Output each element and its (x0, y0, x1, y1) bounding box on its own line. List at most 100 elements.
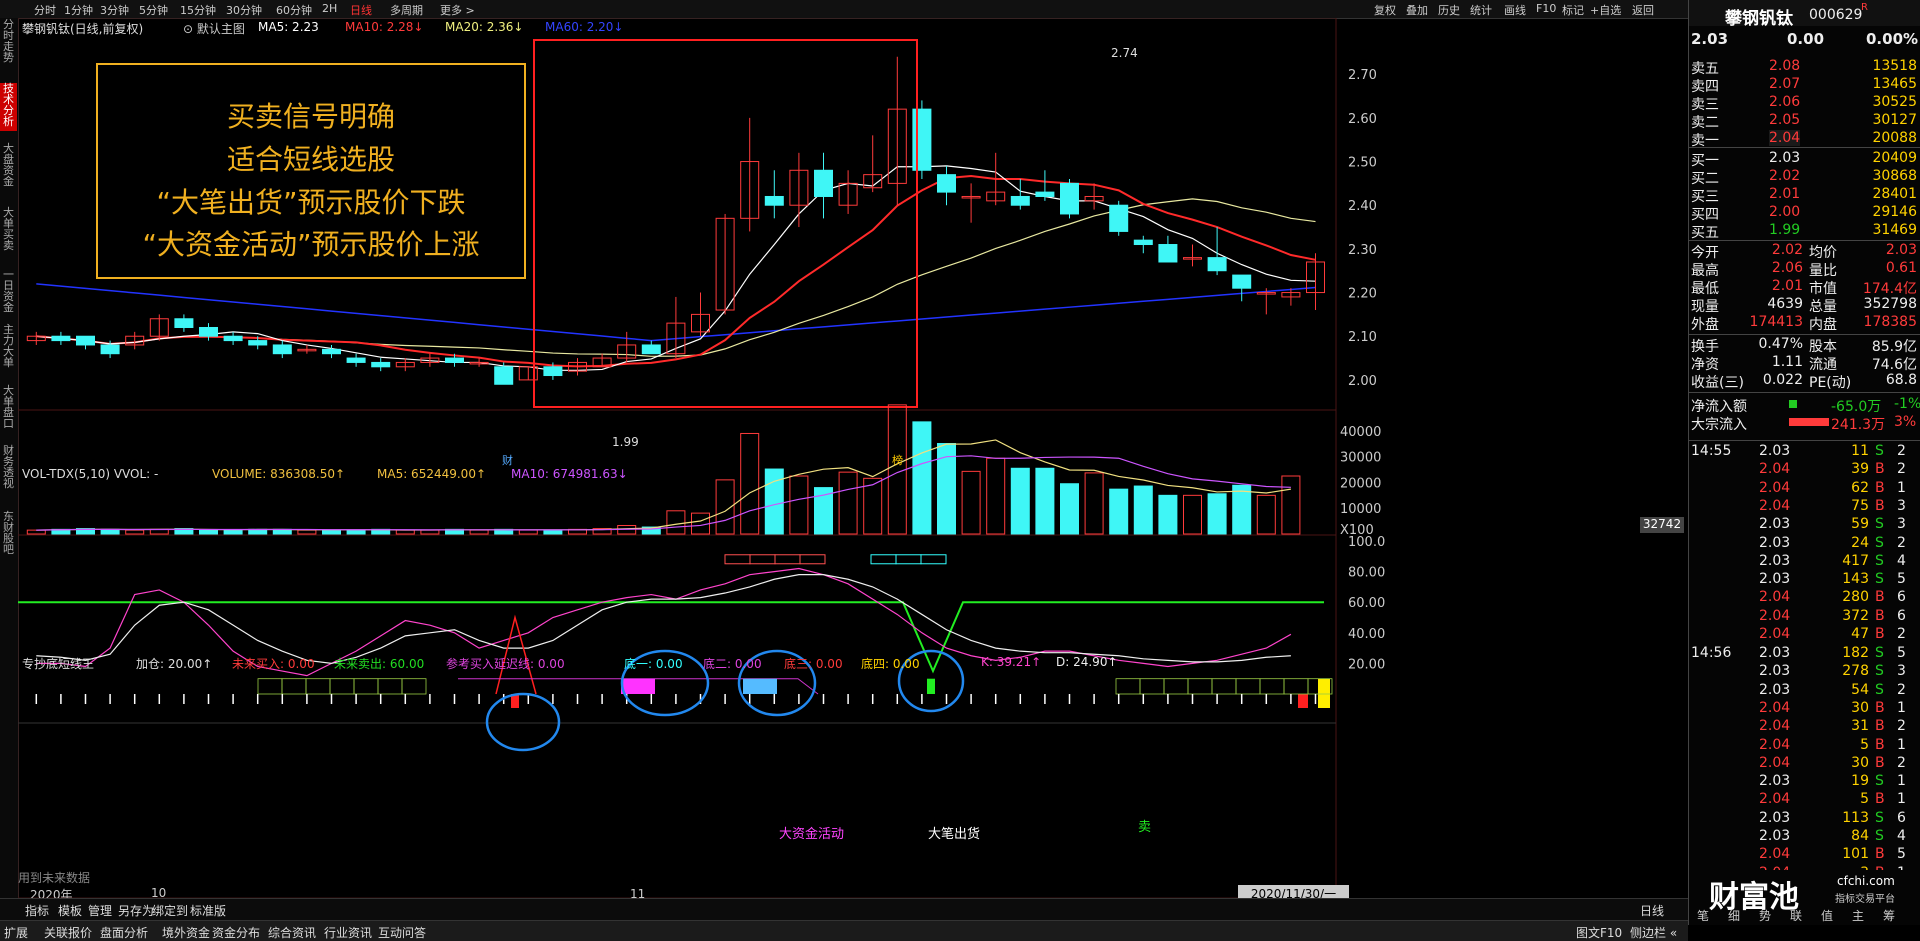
price-tick-6: 2.10 (1348, 330, 1377, 345)
rp-tab-4[interactable]: 值 (1821, 907, 1833, 924)
top-box-0 (749, 554, 776, 565)
price-tick-1: 2.60 (1348, 112, 1377, 127)
left-tab-8[interactable]: 东财股吧 (0, 511, 17, 559)
period-tab-10[interactable]: 更多 > (440, 2, 475, 18)
period-tab-5[interactable]: 30分钟 (226, 2, 262, 18)
period-tab-1[interactable]: 1分钟 (64, 2, 93, 18)
bottom-tab2-1[interactable]: 关联报价 (44, 924, 92, 941)
left-tab-7[interactable]: 财务透视 (0, 445, 17, 493)
tick2-7: 2.03 19 S 1 (1689, 773, 1920, 791)
bottom-tab2-0[interactable]: 扩展 (4, 924, 28, 941)
toolbar-btn-4[interactable]: 画线 (1504, 2, 1526, 18)
stat-label: 最高 (1691, 263, 1719, 279)
period-tab-3[interactable]: 5分钟 (139, 2, 168, 18)
bottom-tab2-4[interactable]: 资金分布 (212, 924, 260, 941)
tick-count: 3 (1897, 497, 1906, 514)
book-sep-3 (1689, 334, 1920, 335)
tick-vol: 30 (1851, 699, 1869, 716)
bottom-tab2-7[interactable]: 互动问答 (378, 924, 426, 941)
logo-site: cfchi.com (1837, 874, 1895, 888)
bottom-tab1-2[interactable]: 管理 (88, 902, 112, 919)
bottom-tab1-3[interactable]: 另存为 (118, 902, 154, 919)
volume-bar (125, 529, 145, 535)
toolbar-btn-0[interactable]: 复权 (1374, 2, 1396, 18)
flow-value: 241.3万 (1831, 417, 1886, 433)
period-tab-9[interactable]: 多周期 (390, 2, 423, 18)
left-tab-2[interactable]: 大盘资金 (0, 143, 17, 191)
period-tab-8[interactable]: 日线 (350, 2, 372, 18)
stat-row-1: 最高 2.06 量比 0.61 (1689, 260, 1920, 279)
bottom-tab1-4[interactable]: 绑定到 (152, 902, 188, 919)
top-box-0 (724, 554, 751, 565)
left-tab-5[interactable]: 主力大单 (0, 324, 17, 372)
left-tab-3[interactable]: 大单买卖 (0, 207, 17, 255)
toolbar-btn-5[interactable]: F10 (1536, 2, 1556, 15)
low-price-label: 1.99 (612, 435, 639, 449)
ind-tick-1: 80.00 (1348, 566, 1385, 581)
period-tab-4[interactable]: 15分钟 (180, 2, 216, 18)
tick-count: 5 (1897, 846, 1906, 863)
big-sell-block (743, 678, 777, 694)
period-tab-6[interactable]: 60分钟 (276, 2, 312, 18)
rp-tab-6[interactable]: 筹 (1883, 907, 1895, 924)
bottom-tab1-0[interactable]: 指标 (25, 902, 49, 919)
volume-bar (543, 529, 563, 535)
toolbar-btn-8[interactable]: 返回 (1632, 2, 1654, 18)
tick-vol: 54 (1851, 681, 1869, 698)
vol-current-tag: 32742 (1640, 517, 1684, 533)
period-tab-2[interactable]: 3分钟 (100, 2, 129, 18)
left-tab-1[interactable]: 技术分析 (0, 83, 17, 131)
tick-price: 2.04 (1759, 718, 1791, 735)
stat2-label: 换手 (1691, 339, 1719, 355)
tick-side: S (1875, 534, 1884, 551)
tick-time: 14:56 (1691, 645, 1732, 661)
hatch-box-0 (401, 678, 427, 695)
left-tab-0[interactable]: 分时走势 (0, 19, 17, 67)
big-sell-label: 大笔出货 (928, 827, 981, 842)
ind-jiacang: 加仓: 20.00↑ (136, 657, 213, 671)
template-selector[interactable]: ⊙ 默认主图 (183, 20, 245, 37)
tick-count: 2 (1897, 534, 1906, 551)
tick-count: 1 (1897, 699, 1906, 716)
toolbar-btn-7[interactable]: +自选 (1590, 2, 1621, 18)
ind-di3: 底三: 0.00 (784, 657, 843, 671)
bottom-tab1-1[interactable]: 模板 (58, 902, 82, 919)
bottom-tab1-5[interactable]: 标准版 (190, 902, 226, 919)
left-tab-4[interactable]: 一日资金 (0, 269, 17, 317)
toolbar-btn-1[interactable]: 叠加 (1406, 2, 1428, 18)
tick-count: 1 (1897, 736, 1906, 753)
tick-side: S (1875, 809, 1884, 826)
bid-label: 买三 (1691, 189, 1719, 205)
volume-bar (863, 477, 883, 535)
tick-price: 2.03 (1759, 552, 1791, 569)
stat2-row-2: 收益(三) 0.022 PE(动) 68.8 (1689, 372, 1920, 391)
tick1-5: 2.03 24 S 2 (1689, 535, 1920, 553)
top-box-1 (870, 554, 897, 565)
bottom-tab2-2[interactable]: 盘面分析 (100, 924, 148, 941)
tick-vol: 30 (1851, 754, 1869, 771)
sidebar-toggle[interactable]: 侧边栏 « (1630, 924, 1677, 941)
flow-bar (1789, 418, 1829, 426)
tick2-10: 2.03 84 S 4 (1689, 828, 1920, 846)
hatch-box-0 (377, 678, 403, 695)
left-tab-6[interactable]: 大单盘口 (0, 385, 17, 433)
bottom-tab2-5[interactable]: 综合资讯 (268, 924, 316, 941)
volume-bar (740, 432, 760, 535)
period-indicator[interactable]: 日线 (1640, 902, 1664, 919)
period-tab-0[interactable]: 分时 (34, 2, 56, 18)
bottom-tab2-6[interactable]: 行业资讯 (324, 924, 372, 941)
period-tab-7[interactable]: 2H (322, 2, 337, 15)
f10-button[interactable]: 图文F10 (1576, 924, 1622, 941)
ask-vol: 20088 (1872, 130, 1917, 146)
toolbar-btn-2[interactable]: 历史 (1438, 2, 1460, 18)
toolbar-btn-3[interactable]: 统计 (1470, 2, 1492, 18)
tick-count: 4 (1897, 828, 1906, 844)
ind-future-sell: 未来卖出: 60.00 (334, 657, 425, 671)
price-tick-7: 2.00 (1348, 374, 1377, 389)
rp-tab-0[interactable]: 笔 (1697, 907, 1709, 924)
tick1-7: 2.03 143 S 5 (1689, 571, 1920, 589)
candle-body (322, 348, 341, 355)
toolbar-btn-6[interactable]: 标记 (1562, 2, 1584, 18)
rp-tab-5[interactable]: 主 (1852, 907, 1864, 924)
bottom-tab2-3[interactable]: 境外资金 (162, 924, 210, 941)
